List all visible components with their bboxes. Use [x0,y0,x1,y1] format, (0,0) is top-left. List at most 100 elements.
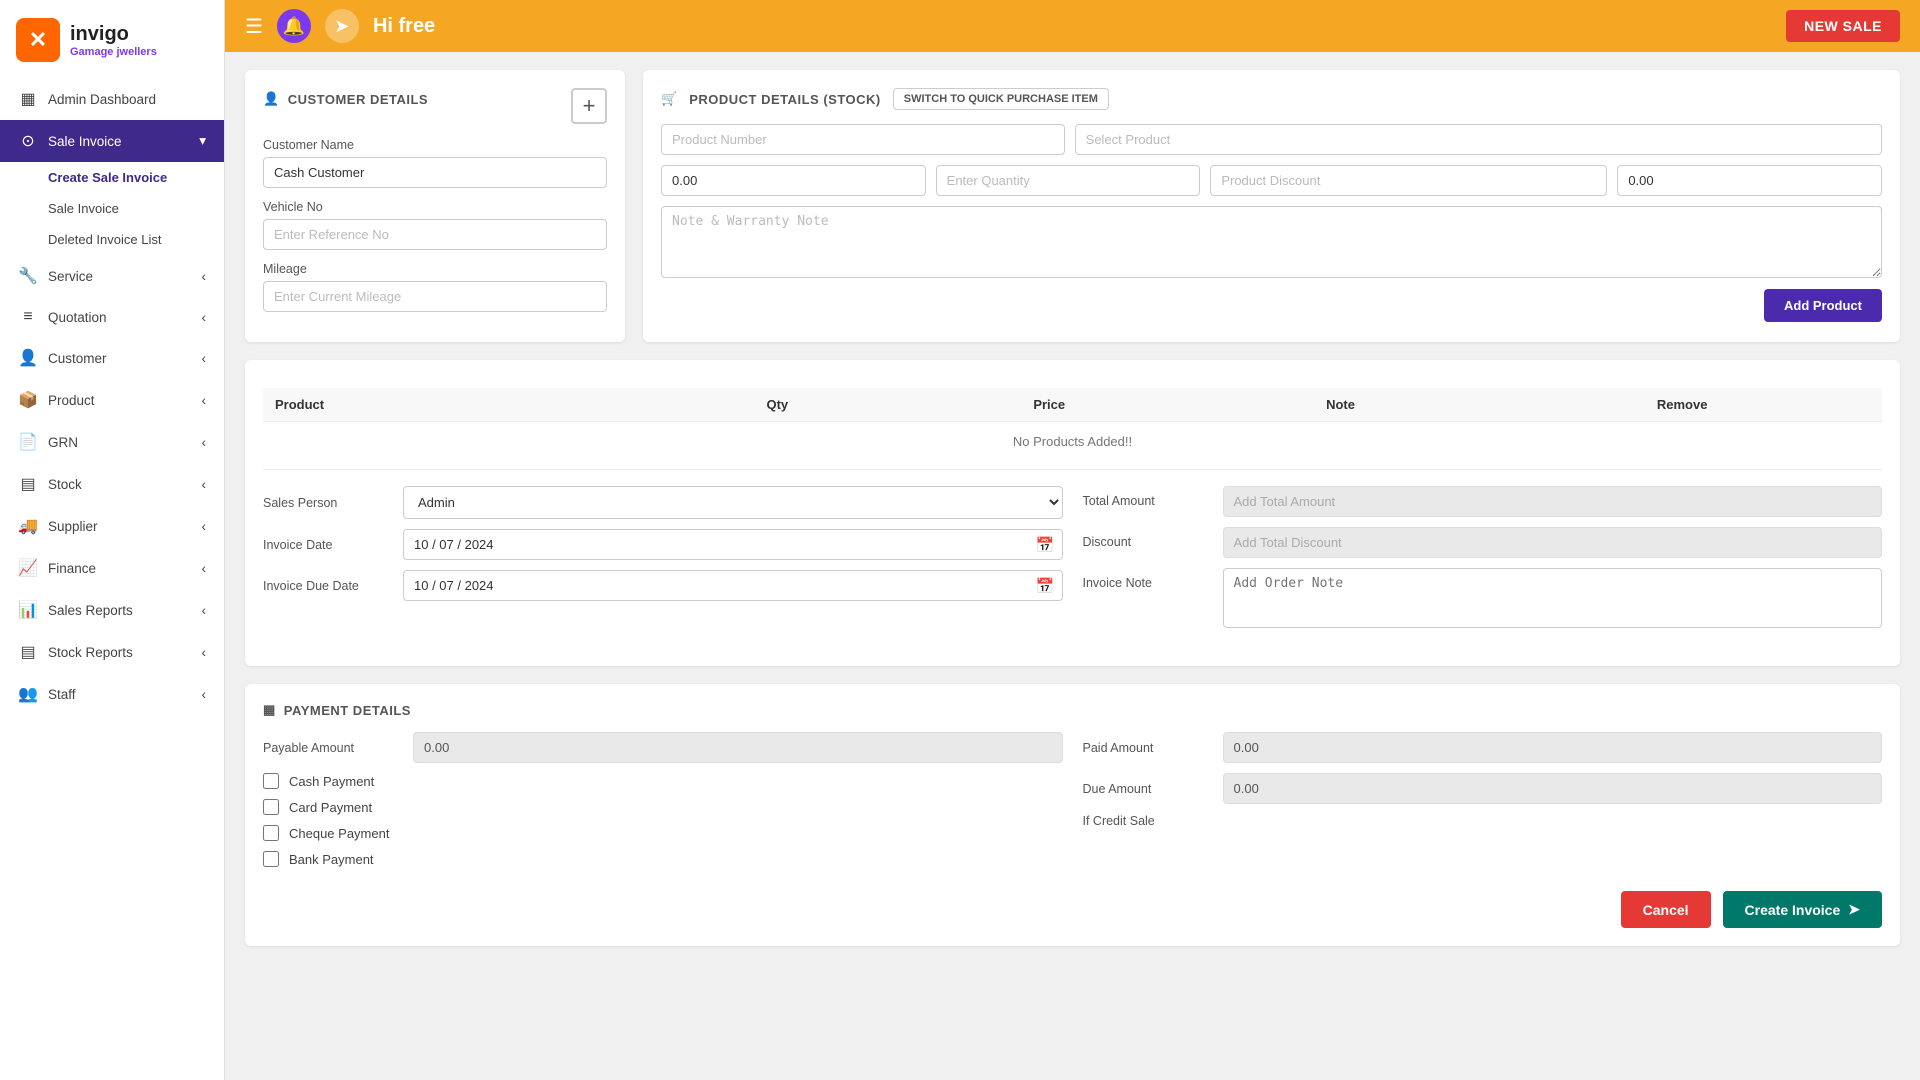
add-customer-button[interactable]: + [571,88,607,124]
staff-icon: 👥 [18,684,38,704]
invoice-date-label: Invoice Date [263,538,393,552]
mileage-input[interactable] [263,281,607,312]
sidebar-item-customer[interactable]: 👤 Customer ‹ [0,337,224,379]
cash-payment-row: Cash Payment [263,773,1063,789]
price-input[interactable] [661,165,926,196]
invoice-date-input[interactable] [403,529,1063,560]
sidebar-item-stock[interactable]: ▤ Stock ‹ [0,463,224,505]
quotation-icon: ≡ [18,308,38,326]
due-amount-display: 0.00 [1223,773,1883,804]
vehicle-no-input[interactable] [263,219,607,250]
payment-icon: ▦ [263,702,276,718]
col-price: Price [900,388,1199,422]
invoice-due-date-input[interactable] [403,570,1063,601]
sidebar-item-stock-reports-label: Stock Reports [48,645,133,660]
vehicle-no-group: Vehicle No [263,200,607,250]
sales-person-label: Sales Person [263,496,393,510]
sidebar-item-sales-reports[interactable]: 📊 Sales Reports ‹ [0,589,224,631]
new-sale-button[interactable]: NEW SALE [1786,10,1900,42]
payment-grid: Payable Amount 0.00 Cash Payment Card Pa… [263,732,1882,877]
stock-reports-icon: ▤ [18,642,38,662]
product-number-input[interactable] [661,124,1065,155]
if-credit-row: If Credit Sale [1083,814,1883,828]
sidebar-item-admin-dashboard[interactable]: ▦ Admin Dashboard [0,78,224,120]
invoice-due-date-label: Invoice Due Date [263,579,393,593]
cash-payment-label[interactable]: Cash Payment [289,774,374,789]
bank-payment-checkbox[interactable] [263,851,279,867]
sidebar-subitem-deleted-invoice-list[interactable]: Deleted Invoice List [48,224,224,255]
payable-amount-row: Payable Amount 0.00 [263,732,1063,763]
sidebar-item-supplier[interactable]: 🚚 Supplier ‹ [0,505,224,547]
chevron-right-icon-g: ‹ [202,435,207,450]
sidebar-item-finance[interactable]: 📈 Finance ‹ [0,547,224,589]
create-invoice-button[interactable]: Create Invoice ➤ [1723,891,1882,928]
total-amount-display: Add Total Amount [1223,486,1883,517]
invoice-date-row: Invoice Date 📅 [263,529,1063,560]
cash-payment-checkbox[interactable] [263,773,279,789]
notifications-icon-btn[interactable]: 🔔 [277,9,311,43]
logout-icon-btn[interactable]: ➤ [325,9,359,43]
sidebar-item-sale-invoice[interactable]: ⊙ Sale Invoice ▾ [0,120,224,162]
sidebar-item-staff-label: Staff [48,687,76,702]
grn-icon: 📄 [18,432,38,452]
payable-amount-display: 0.00 [413,732,1063,763]
card-payment-label[interactable]: Card Payment [289,800,372,815]
product-discount-input[interactable] [1210,165,1607,196]
col-remove: Remove [1482,388,1882,422]
bank-payment-label[interactable]: Bank Payment [289,852,374,867]
bottom-left: Sales Person Admin Invoice Date 📅 [263,486,1063,638]
customer-name-label: Customer Name [263,138,607,152]
payable-amount-label: Payable Amount [263,741,403,755]
sidebar-item-finance-label: Finance [48,561,96,576]
sidebar-item-grn[interactable]: 📄 GRN ‹ [0,421,224,463]
sidebar-item-stock-reports[interactable]: ▤ Stock Reports ‹ [0,631,224,673]
discount-value-input[interactable] [1617,165,1882,196]
discount-label: Discount [1083,527,1213,549]
payment-section-title: ▦ PAYMENT DETAILS [263,702,1882,718]
sidebar-item-quotation-label: Quotation [48,310,107,325]
sidebar-item-service[interactable]: 🔧 Service ‹ [0,255,224,297]
sidebar-subitem-create-sale-invoice[interactable]: Create Sale Invoice [48,162,224,193]
chevron-right-icon-f: ‹ [202,561,207,576]
cheque-payment-checkbox[interactable] [263,825,279,841]
chevron-right-icon-su: ‹ [202,519,207,534]
create-invoice-label: Create Invoice [1745,902,1841,918]
chevron-right-icon-str: ‹ [202,645,207,660]
invoice-note-label: Invoice Note [1083,568,1213,590]
content-grid: 👤 CUSTOMER DETAILS + Customer Name Vehic… [245,70,1900,946]
cheque-payment-label[interactable]: Cheque Payment [289,826,389,841]
chevron-right-icon-sr: ‹ [202,603,207,618]
quick-purchase-button[interactable]: SWITCH TO QUICK PURCHASE ITEM [893,88,1109,110]
select-product-input[interactable] [1075,124,1882,155]
mileage-group: Mileage [263,262,607,312]
paid-amount-row: Paid Amount 0.00 [1083,732,1883,763]
sidebar-item-quotation[interactable]: ≡ Quotation ‹ [0,297,224,337]
sidebar-subitem-sale-invoice[interactable]: Sale Invoice [48,193,224,224]
product-section-title: PRODUCT DETAILS (STOCK) [689,92,881,107]
no-products-msg: No Products Added!! [263,422,1882,462]
cancel-button[interactable]: Cancel [1621,891,1711,928]
sidebar-item-sale-invoice-label: Sale Invoice [48,134,122,149]
customer-name-input[interactable] [263,157,607,188]
total-amount-label: Total Amount [1083,486,1213,508]
mileage-label: Mileage [263,262,607,276]
sidebar-item-staff[interactable]: 👥 Staff ‹ [0,673,224,715]
invoice-due-date-row: Invoice Due Date 📅 [263,570,1063,601]
payment-left: Payable Amount 0.00 Cash Payment Card Pa… [263,732,1063,877]
greeting-text: Hi free [373,15,1772,38]
invoice-note-textarea[interactable] [1223,568,1883,628]
brand-sub: Gamage jwellers [70,46,157,58]
sales-person-select[interactable]: Admin [403,486,1063,519]
main-wrapper: ☰ 🔔 ➤ Hi free NEW SALE 👤 CUSTOMER DETAIL… [225,0,1920,1080]
paid-amount-label: Paid Amount [1083,741,1213,755]
col-qty: Qty [655,388,900,422]
products-table-section: Product Qty Price Note Remove No Product… [245,360,1900,666]
note-textarea[interactable] [661,206,1882,278]
action-row: Cancel Create Invoice ➤ [263,891,1882,928]
quantity-input[interactable] [936,165,1201,196]
card-payment-checkbox[interactable] [263,799,279,815]
hamburger-icon[interactable]: ☰ [245,14,263,39]
service-icon: 🔧 [18,266,38,286]
add-product-button[interactable]: Add Product [1764,289,1882,322]
sidebar-item-product[interactable]: 📦 Product ‹ [0,379,224,421]
